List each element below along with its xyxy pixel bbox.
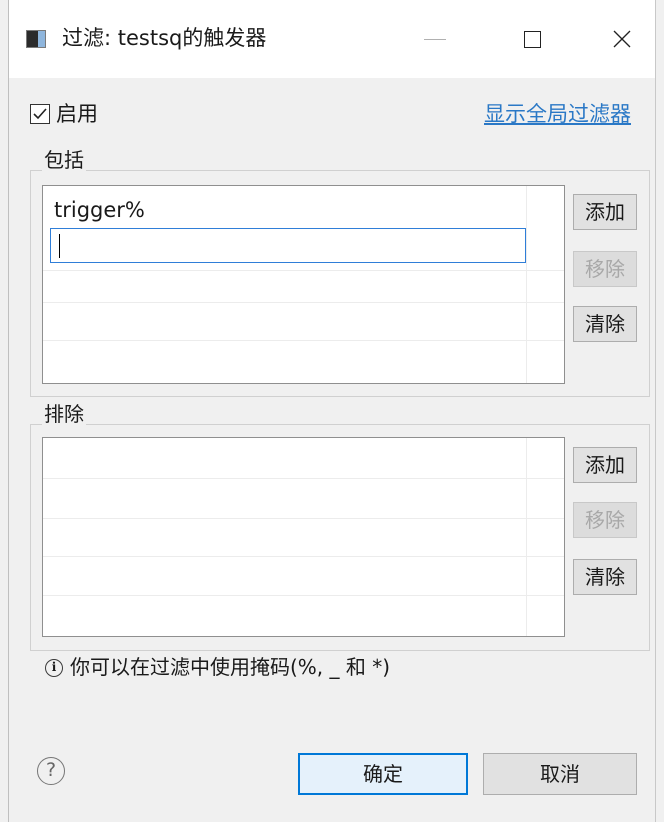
maximize-icon: [523, 30, 541, 48]
window-title: 过滤: testsq的触发器: [62, 26, 267, 50]
enable-label[interactable]: 启用: [56, 99, 98, 129]
include-remove-button[interactable]: 移除: [573, 251, 637, 287]
include-add-button[interactable]: 添加: [573, 194, 637, 230]
minimize-icon: [424, 38, 446, 40]
minimize-button[interactable]: [405, 14, 465, 64]
exclude-clear-button[interactable]: 清除: [573, 559, 637, 595]
exclude-remove-button[interactable]: 移除: [573, 502, 637, 538]
exclude-list[interactable]: [42, 437, 565, 637]
maximize-button[interactable]: [502, 14, 562, 64]
include-entry[interactable]: trigger%: [54, 196, 145, 224]
window-border-left: [8, 0, 9, 822]
exclude-group-label: 排除: [42, 400, 86, 428]
app-icon: [26, 30, 46, 48]
cancel-button[interactable]: 取消: [483, 753, 637, 795]
info-icon: i: [45, 659, 63, 677]
mask-hint-text: 你可以在过滤中使用掩码(%, _ 和 *): [70, 655, 391, 679]
checkmark-icon: [33, 108, 47, 120]
window-border-right: [655, 0, 656, 822]
include-clear-button[interactable]: 清除: [573, 306, 637, 342]
help-icon[interactable]: ?: [37, 757, 65, 785]
text-caret: [59, 234, 60, 258]
include-group-label: 包括: [42, 146, 86, 174]
enable-checkbox[interactable]: [30, 104, 50, 124]
show-global-filters-link[interactable]: 显示全局过滤器: [484, 99, 631, 129]
include-edit-input[interactable]: [50, 228, 526, 263]
close-icon: [613, 30, 631, 48]
close-button[interactable]: [592, 14, 652, 64]
ok-button[interactable]: 确定: [298, 753, 468, 795]
exclude-add-button[interactable]: 添加: [573, 447, 637, 483]
